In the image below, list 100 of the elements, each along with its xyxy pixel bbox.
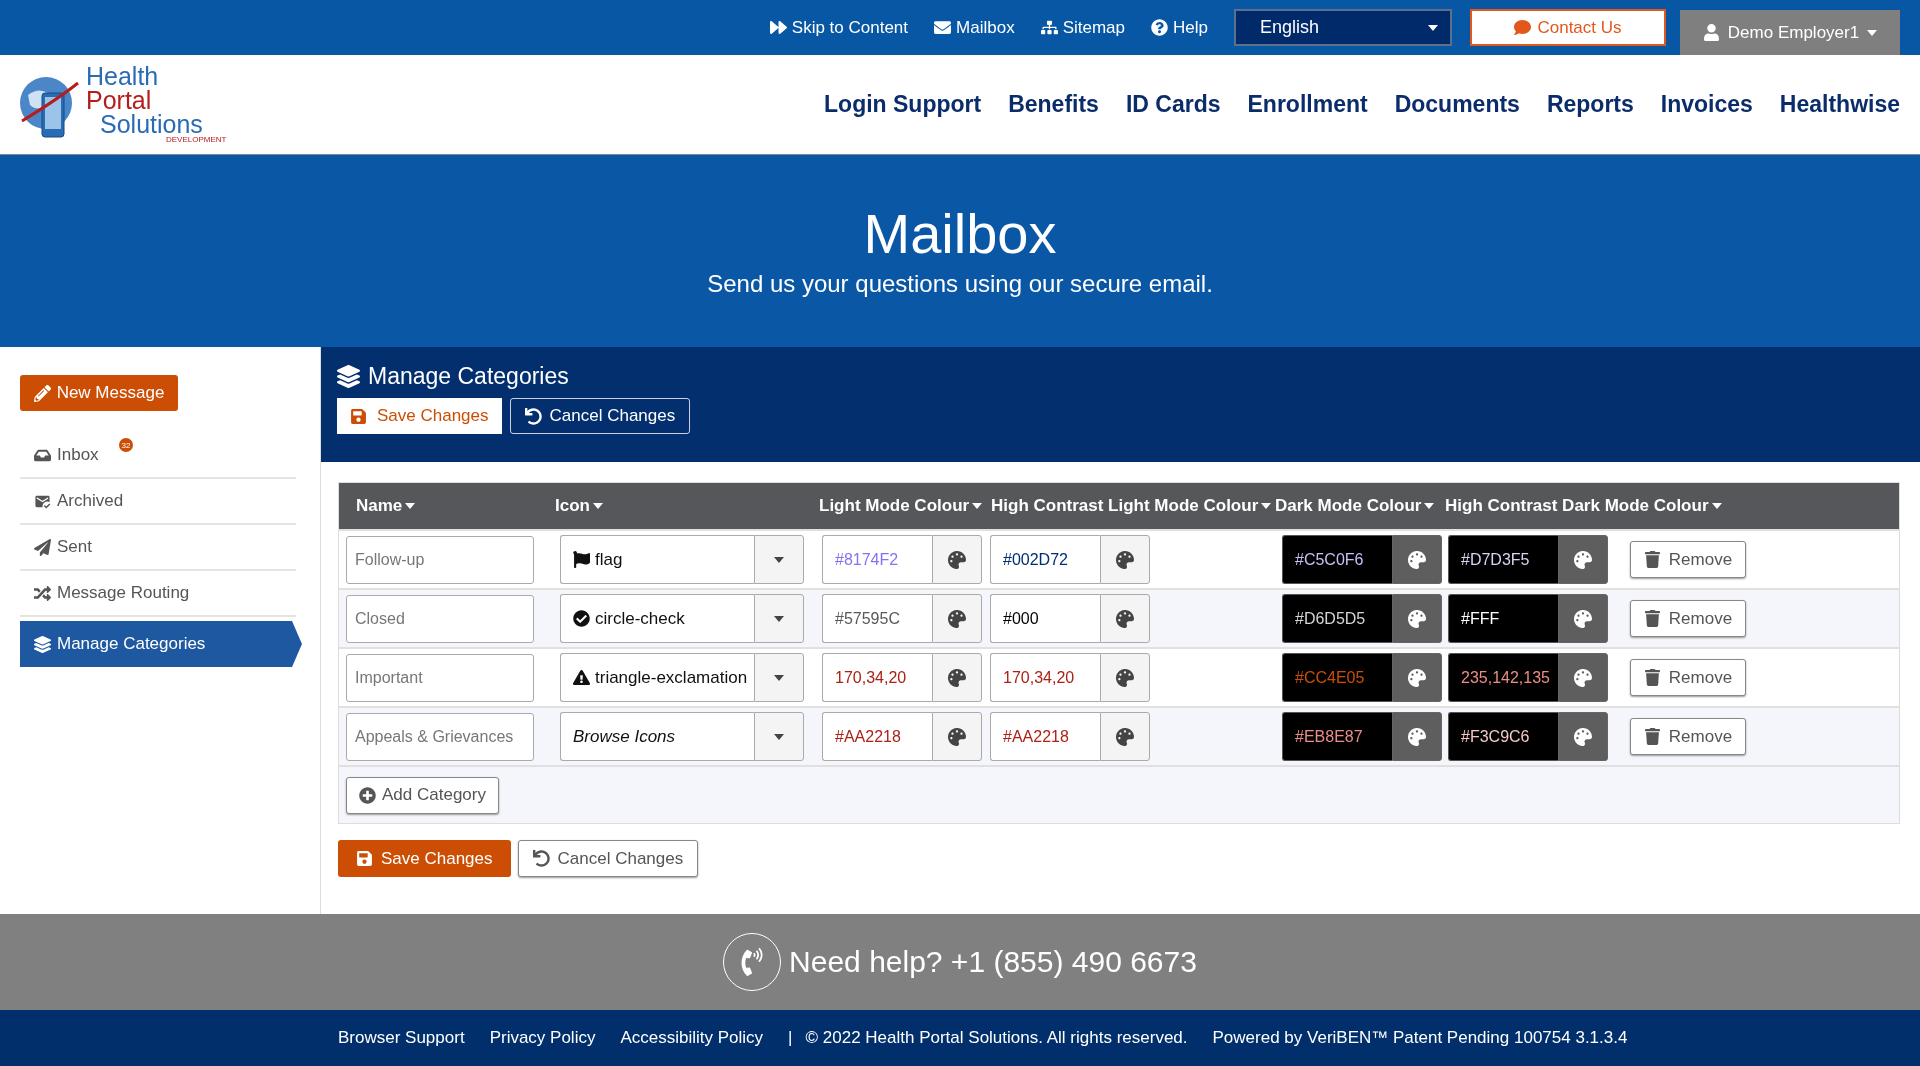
user-menu-button[interactable]: Demo Employer1 [1680,10,1900,55]
save-button[interactable]: Save Changes [337,398,502,434]
footer-link[interactable]: Browser Support [338,1028,465,1048]
remove-button[interactable]: Remove [1630,541,1746,578]
colour-field[interactable]: #000 [990,594,1100,643]
remove-button[interactable]: Remove [1630,600,1746,637]
page-subtitle: Send us your questions using our secure email. [707,270,1213,298]
colour-field[interactable]: #D6D5D5 [1282,594,1392,643]
sidebar-item[interactable]: Archived [20,479,296,525]
trash-icon [1643,669,1661,686]
caret-icon [1261,503,1272,509]
colour-picker-button[interactable] [1392,712,1442,761]
colour-picker-button[interactable] [932,594,982,643]
icon-field[interactable]: Browse Icons [560,712,754,761]
column-header[interactable]: Name [339,496,416,516]
trash-icon [1643,610,1661,627]
colour-field[interactable]: #D7D3F5 [1448,535,1558,584]
name-field[interactable]: Closed [346,594,534,643]
top-link[interactable]: Sitemap [1040,17,1126,38]
colour-picker-button[interactable] [1392,594,1442,643]
caret-icon [592,503,603,509]
nav-link[interactable]: Benefits [1008,91,1099,118]
save-button[interactable]: Save Changes [338,840,511,877]
top-link[interactable]: Mailbox [934,17,1015,38]
caret-icon [1428,24,1438,31]
column-header[interactable]: High Contrast Light Mode Colour [983,496,1272,516]
colour-picker-button[interactable] [1100,535,1150,584]
logo-text: Portal [85,88,153,113]
icon-select[interactable]: triangle-exclamation [560,653,754,702]
nav-link[interactable]: Reports [1546,91,1634,118]
footer-link[interactable]: Privacy Policy [489,1028,596,1048]
colour-picker-button[interactable] [1392,653,1442,702]
footer-link[interactable]: Accessibility Policy [620,1028,764,1048]
colour-picker-button[interactable] [932,535,982,584]
caret-icon [774,674,784,681]
warning-icon [573,669,590,686]
colour-picker-button[interactable] [1558,535,1608,584]
colour-picker-button[interactable] [1558,594,1608,643]
nav-link[interactable]: Invoices [1660,91,1753,118]
palette-icon [948,550,966,569]
colour-picker-button[interactable] [1100,653,1150,702]
colour-picker-button[interactable] [932,712,982,761]
colour-field[interactable]: #57595C [822,594,932,643]
colour-field[interactable]: #EB8E87 [1282,712,1392,761]
icon-select[interactable]: flag [560,535,754,584]
colour-field[interactable]: 170,34,20 [822,653,932,702]
nav-link[interactable]: Healthwise [1779,91,1900,118]
icon-select[interactable]: circle-check [560,594,754,643]
cancel-button[interactable]: Cancel Changes [517,840,699,877]
nav-link[interactable]: Enrollment [1247,91,1368,118]
nav-link[interactable]: Login Support [824,91,982,118]
add-category-button[interactable]: Add Category [346,776,499,814]
top-link[interactable]: Help [1151,17,1208,38]
sidebar-item[interactable]: Sent [20,525,296,571]
layers-icon [34,635,51,653]
colour-picker-button[interactable] [1100,712,1150,761]
colour-field[interactable]: #8174F2 [822,535,932,584]
name-field[interactable]: Follow-up [346,535,534,584]
sidebar-item[interactable]: Message Routing [20,571,296,617]
colour-field[interactable]: #C5C0F6 [1282,535,1392,584]
colour-field[interactable]: #AA2218 [822,712,932,761]
colour-picker-button[interactable] [1558,653,1608,702]
caret-icon [405,503,416,509]
count-badge: 32 [119,438,133,452]
column-header[interactable]: Dark Mode Colour [1275,496,1435,516]
column-header[interactable]: High Contrast Dark Mode Colour [1441,496,1722,516]
caret-icon [1424,503,1435,509]
new-message-button[interactable]: New Message [20,375,178,411]
colour-picker-button[interactable] [1558,712,1608,761]
cancel-button[interactable]: Cancel Changes [509,398,691,434]
remove-button[interactable]: Remove [1630,659,1746,696]
top-link[interactable]: Skip to Content [769,17,909,38]
colour-picker-button[interactable] [932,653,982,702]
name-field[interactable]: Important [346,653,534,702]
trash-icon [1643,551,1661,568]
column-header[interactable]: Icon [553,496,603,516]
colour-picker-button[interactable] [1100,594,1150,643]
sidebar-item[interactable]: Inbox 32 [20,433,296,479]
colour-field[interactable]: 235,142,135 [1448,653,1558,702]
colour-field[interactable]: 170,34,20 [990,653,1100,702]
colour-field[interactable]: #AA2218 [990,712,1100,761]
nav-link[interactable]: ID Cards [1125,91,1221,118]
colour-field[interactable]: #002D72 [990,535,1100,584]
palette-icon [1408,668,1426,687]
contact-button[interactable]: Contact Us [1470,9,1666,46]
remove-button[interactable]: Remove [1630,718,1746,755]
nav-link[interactable]: Documents [1394,91,1520,118]
colour-field[interactable]: #FFF [1448,594,1558,643]
help-phone-text: Need help? +1 (855) 490 6673 [789,945,1197,979]
language-select[interactable]: English [1234,9,1452,46]
name-field[interactable]: Appeals & Grievances [346,712,534,761]
undo-icon [524,407,542,425]
flag-icon [573,551,590,568]
colour-picker-button[interactable] [1392,535,1442,584]
colour-field[interactable]: #CC4E05 [1282,653,1392,702]
sidebar-item[interactable]: Manage Categories [20,621,302,667]
colour-field[interactable]: #F3C9C6 [1448,712,1558,761]
palette-icon [1408,727,1426,746]
save-icon [350,407,367,425]
column-header[interactable]: Light Mode Colour [815,496,983,516]
